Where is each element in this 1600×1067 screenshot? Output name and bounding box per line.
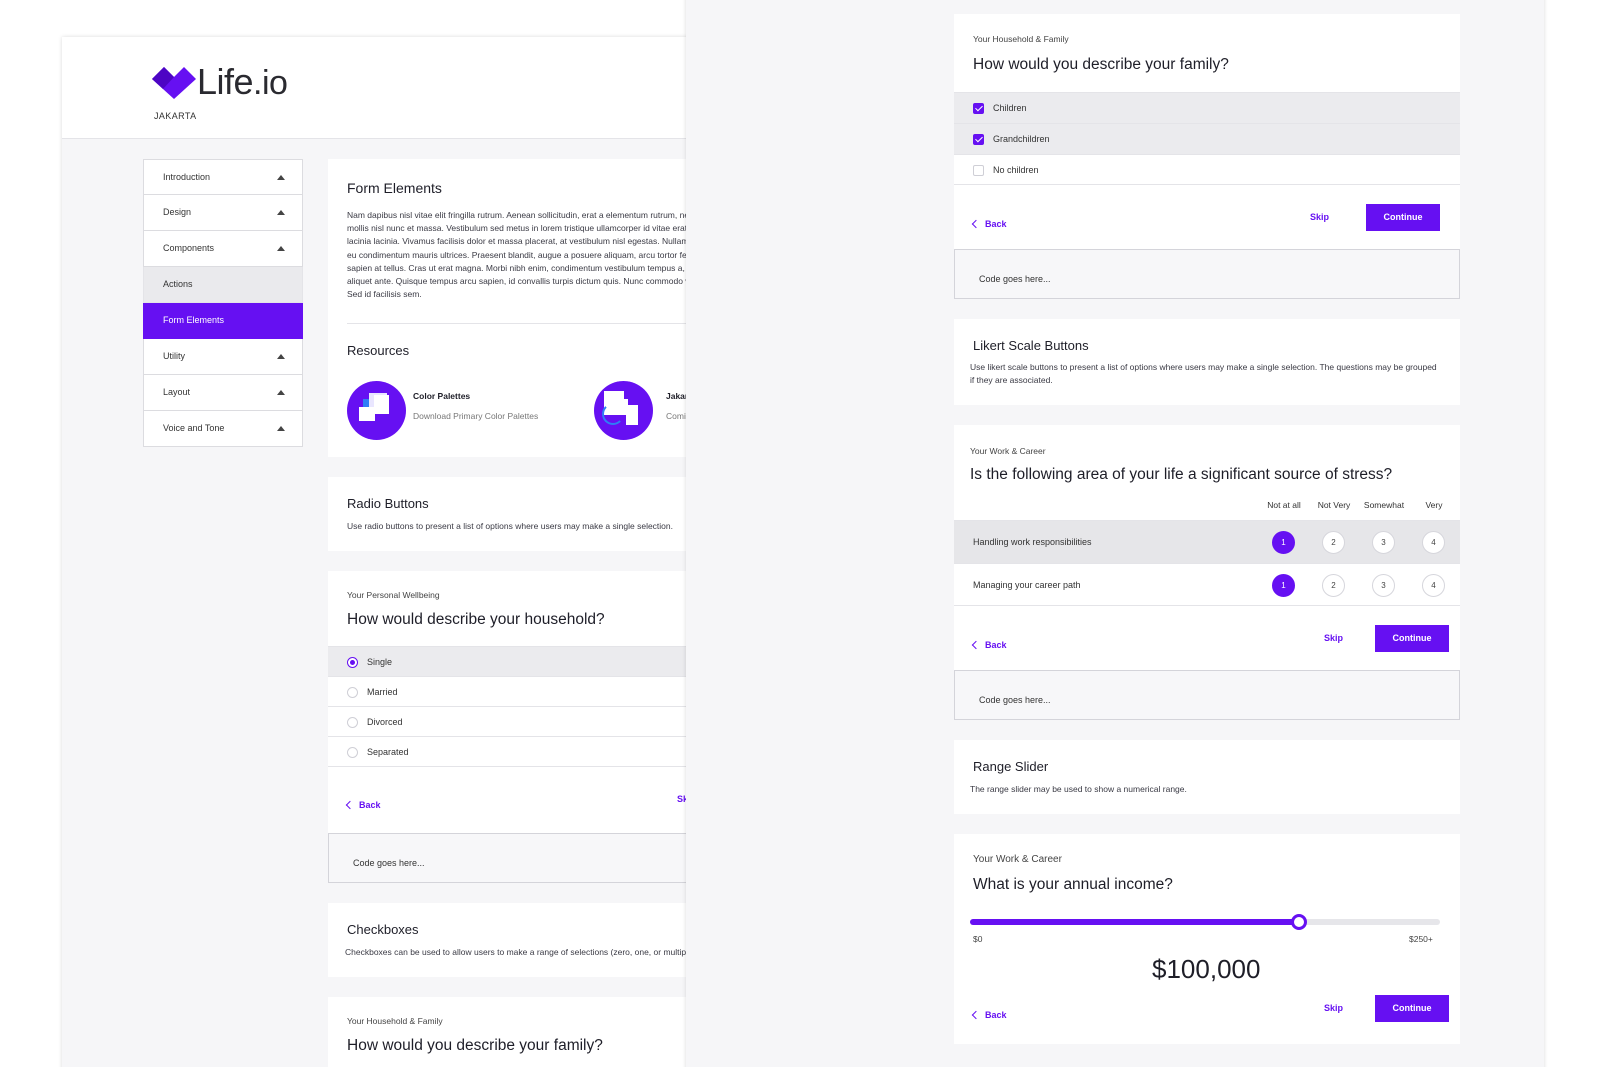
caret-up-icon — [277, 426, 285, 431]
section-title: Likert Scale Buttons — [973, 338, 1089, 353]
sidebar-item-layout[interactable]: Layout — [143, 375, 303, 411]
caret-up-icon — [277, 210, 285, 215]
section-title: Radio Buttons — [347, 496, 429, 511]
caret-up-icon — [277, 354, 285, 359]
question-heading: Is the following area of your life a sig… — [970, 466, 1393, 483]
brand-subtitle: JAKARTA — [154, 111, 197, 121]
likert-option-4[interactable]: 4 — [1422, 531, 1445, 554]
range-slider-section-card: Range Slider The range slider may be use… — [954, 740, 1460, 814]
likert-row: Managing your career path 1 2 3 4 — [954, 563, 1460, 606]
sidebar-item-form-elements[interactable]: Form Elements — [143, 303, 303, 339]
radio-icon[interactable] — [347, 717, 358, 728]
sidebar-item-design[interactable]: Design — [143, 195, 303, 231]
question-heading: How would describe your household? — [347, 611, 605, 628]
back-link[interactable]: Back — [971, 1010, 1007, 1020]
sidebar-item-components[interactable]: Components — [143, 231, 303, 267]
checkbox-option-no-children[interactable]: No children — [954, 154, 1460, 185]
chevron-left-icon — [345, 800, 355, 810]
slider-max-label: $250+ — [1409, 934, 1433, 944]
likert-option-3[interactable]: 3 — [1372, 531, 1395, 554]
income-question-card: Your Work & Career What is your annual i… — [954, 834, 1460, 1044]
right-page-frame: Your Household & Family How would you de… — [686, 0, 1544, 1067]
sidebar-item-actions[interactable]: Actions — [143, 267, 303, 303]
chevron-left-icon — [971, 1010, 981, 1020]
likert-section-card: Likert Scale Buttons Use likert scale bu… — [954, 319, 1460, 405]
chevron-left-icon — [971, 640, 981, 650]
question-heading: What is your annual income? — [973, 876, 1173, 893]
skip-link[interactable]: Skip — [1324, 1003, 1343, 1013]
section-description: Checkboxes can be used to allow users to… — [345, 947, 698, 957]
section-description: The range slider may be used to show a n… — [970, 784, 1187, 794]
likert-option-1[interactable]: 1 — [1272, 574, 1295, 597]
family-question-card: Your Household & Family How would you de… — [954, 14, 1460, 249]
question-category: Your Work & Career — [970, 446, 1046, 456]
stress-question-card: Your Work & Career Is the following area… — [954, 425, 1460, 670]
checkbox-checked-icon[interactable] — [973, 134, 984, 145]
likert-row-label: Managing your career path — [973, 580, 1081, 590]
likert-option-2[interactable]: 2 — [1322, 531, 1345, 554]
heart-logo-icon — [152, 67, 196, 99]
slider-min-label: $0 — [973, 934, 983, 944]
caret-up-icon — [277, 246, 285, 251]
radio-icon[interactable] — [347, 747, 358, 758]
checkbox-option-children[interactable]: Children — [954, 92, 1460, 123]
resources-heading: Resources — [347, 343, 410, 358]
question-heading: How would you describe your family? — [973, 56, 1229, 73]
brand-logo[interactable]: Life.io — [152, 61, 288, 103]
sidebar-nav: Introduction Design Components Actions F… — [143, 159, 303, 447]
slider-value: $100,000 — [1152, 954, 1261, 984]
resource-subtitle: Download Primary Color Palettes — [413, 411, 539, 421]
skip-link[interactable]: Skip — [1324, 633, 1343, 643]
section-description: Use radio buttons to present a list of o… — [347, 521, 674, 531]
logo-wordmark: Life.io — [197, 61, 288, 102]
scale-label: Very — [1425, 500, 1443, 510]
likert-row-label: Handling work responsibilities — [973, 537, 1092, 547]
section-description: Use likert scale buttons to present a li… — [970, 362, 1437, 386]
checkbox-option-grandchildren[interactable]: Grandchildren — [954, 123, 1460, 154]
checkbox-icon[interactable] — [973, 165, 984, 176]
likert-option-3[interactable]: 3 — [1372, 574, 1395, 597]
likert-option-4[interactable]: 4 — [1422, 574, 1445, 597]
question-category: Your Personal Wellbeing — [347, 590, 440, 600]
skip-link[interactable]: Skip — [1310, 212, 1329, 222]
likert-option-2[interactable]: 2 — [1322, 574, 1345, 597]
section-title: Checkboxes — [347, 922, 419, 937]
continue-button[interactable]: Continue — [1366, 204, 1440, 231]
resource-title-color-palettes[interactable]: Color Palettes — [413, 391, 470, 401]
chevron-left-icon — [971, 219, 981, 229]
checkbox-checked-icon[interactable] — [973, 103, 984, 114]
likert-option-1[interactable]: 1 — [1272, 531, 1295, 554]
question-category: Your Household & Family — [973, 34, 1069, 44]
radio-selected-icon[interactable] — [347, 657, 358, 668]
question-category: Your Household & Family — [347, 1016, 443, 1026]
sketch-files-icon[interactable] — [594, 381, 653, 440]
question-category: Your Work & Career — [973, 854, 1062, 865]
back-link[interactable]: Back — [345, 800, 381, 810]
likert-row: Handling work responsibilities 1 2 3 4 — [954, 520, 1460, 563]
income-range-slider[interactable] — [970, 914, 1440, 930]
sidebar-item-utility[interactable]: Utility — [143, 339, 303, 375]
caret-up-icon — [277, 390, 285, 395]
continue-button[interactable]: Continue — [1375, 995, 1449, 1022]
question-heading: How would you describe your family? — [347, 1037, 603, 1054]
code-block[interactable]: Code goes here... — [954, 249, 1460, 299]
code-block[interactable]: Code goes here... — [954, 670, 1460, 720]
sidebar-item-voice-and-tone[interactable]: Voice and Tone — [143, 411, 303, 447]
section-title: Range Slider — [973, 759, 1049, 774]
sidebar-item-introduction[interactable]: Introduction — [143, 159, 303, 195]
back-link[interactable]: Back — [971, 640, 1007, 650]
radio-icon[interactable] — [347, 687, 358, 698]
slider-fill — [970, 919, 1299, 925]
back-link[interactable]: Back — [971, 219, 1007, 229]
slider-thumb[interactable] — [1291, 914, 1307, 930]
continue-button[interactable]: Continue — [1375, 625, 1449, 652]
caret-up-icon — [277, 175, 285, 180]
color-palette-icon[interactable] — [347, 381, 406, 440]
page-title: Form Elements — [347, 180, 442, 196]
